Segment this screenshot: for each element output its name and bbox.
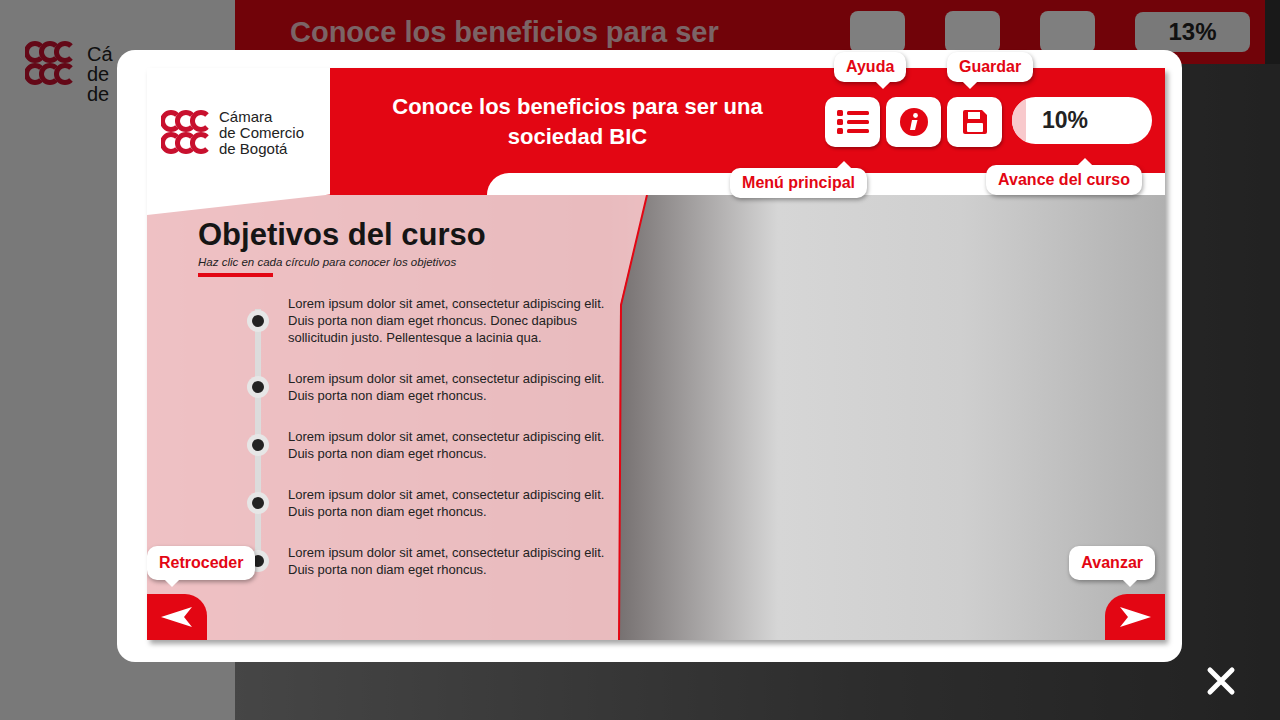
objectives-hint: Haz clic en cada círculo para conocer lo…: [198, 256, 647, 268]
toolbar-item: Ayuda: [886, 97, 941, 147]
list-icon: [837, 109, 869, 135]
toolbar: Menú principalAyudaGuardar10%Avance del …: [825, 68, 1165, 195]
menu-button[interactable]: [825, 97, 880, 147]
progress-fill: [1012, 97, 1026, 144]
objective-text: Lorem ipsum dolor sit amet, consectetur …: [288, 544, 613, 578]
objective-item: Lorem ipsum dolor sit amet, consectetur …: [247, 428, 647, 462]
title-underline: [198, 273, 273, 277]
lightbox: Cámarade Comerciode BogotáConoce los ben…: [117, 50, 1182, 662]
course-screen: CádedeConoce los beneficios para ser13%C…: [0, 0, 1280, 720]
progress-tooltip: Avance del curso: [986, 165, 1142, 195]
course-slide: Cámarade Comerciode BogotáConoce los ben…: [147, 68, 1165, 640]
objective-item: Lorem ipsum dolor sit amet, consectetur …: [247, 544, 647, 578]
info-button[interactable]: [886, 97, 941, 147]
arrow-right-icon: [1119, 606, 1151, 628]
objective-item: Lorem ipsum dolor sit amet, consectetur …: [247, 370, 647, 404]
progress-value: 10%: [1042, 107, 1088, 134]
objective-circle[interactable]: [247, 492, 269, 514]
lightbox-overlay: Cámarade Comerciode BogotáConoce los ben…: [0, 0, 1280, 720]
close-icon: [1206, 666, 1236, 696]
back-nav: Retroceder: [147, 546, 255, 640]
toolbar-item: Guardar: [947, 97, 1002, 147]
objective-circle[interactable]: [247, 434, 269, 456]
info-icon: [899, 107, 929, 137]
objective-item: Lorem ipsum dolor sit amet, consectetur …: [247, 486, 647, 520]
objective-text: Lorem ipsum dolor sit amet, consectetur …: [288, 486, 613, 520]
logo-text: Cámarade Comerciode Bogotá: [219, 109, 304, 157]
objective-circle[interactable]: [247, 376, 269, 398]
save-icon: [961, 108, 989, 136]
objective-text: Lorem ipsum dolor sit amet, consectetur …: [288, 428, 613, 462]
objective-text: Lorem ipsum dolor sit amet, consectetur …: [288, 295, 613, 346]
save-tooltip: Guardar: [947, 52, 1033, 82]
arrow-left-icon: [161, 606, 193, 628]
save-button[interactable]: [947, 97, 1002, 147]
slide-header: Cámarade Comerciode BogotáConoce los ben…: [147, 68, 1165, 195]
back-button[interactable]: [147, 594, 207, 640]
close-button[interactable]: [1206, 666, 1236, 696]
toolbar-item: Menú principal: [825, 97, 880, 147]
toolbar-item: 10%Avance del curso: [1008, 97, 1152, 144]
info-tooltip: Ayuda: [834, 52, 906, 82]
logo-icon: [161, 109, 213, 157]
slide-content: Objetivos del curso Haz clic en cada círc…: [147, 195, 1165, 640]
menu-tooltip: Menú principal: [730, 168, 867, 198]
back-label: Retroceder: [147, 546, 255, 580]
next-nav: Avanzar: [1069, 546, 1165, 640]
logo-card: Cámarade Comerciode Bogotá: [147, 68, 330, 215]
objective-circle[interactable]: [247, 310, 269, 332]
objectives-list: Lorem ipsum dolor sit amet, consectetur …: [247, 295, 647, 578]
course-progress: 10%: [1012, 97, 1152, 144]
objective-text: Lorem ipsum dolor sit amet, consectetur …: [288, 370, 613, 404]
next-label: Avanzar: [1069, 546, 1155, 580]
next-button[interactable]: [1105, 594, 1165, 640]
objective-item: Lorem ipsum dolor sit amet, consectetur …: [247, 295, 647, 346]
objectives-title: Objetivos del curso: [198, 217, 647, 253]
